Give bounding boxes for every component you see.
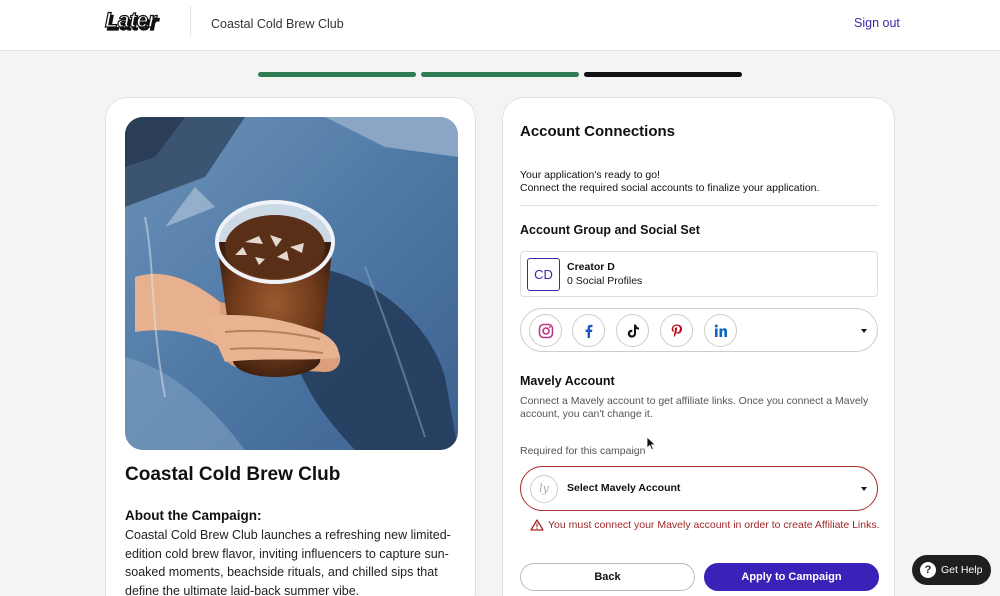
back-button[interactable]: Back [520,563,695,591]
mavely-title: Mavely Account [520,374,615,388]
get-help-label: Get Help [941,564,983,576]
ready-message: Your application's ready to go! [520,169,660,181]
social-profile-count: 0 Social Profiles [567,275,643,287]
later-logo[interactable]: Later Later [104,10,180,34]
group-title: Account Group and Social Set [520,223,700,237]
linkedin-icon[interactable] [704,314,737,347]
get-help-button[interactable]: ? Get Help [912,555,991,585]
apply-to-campaign-button[interactable]: Apply to Campaign [704,563,879,591]
required-label: Required for this campaign [520,445,646,457]
section-title: Account Connections [520,123,676,140]
account-group-selector[interactable]: CD Creator D 0 Social Profiles [520,251,878,297]
select-mavely-label: Select Mavely Account [567,482,681,494]
campaign-image [125,117,458,450]
warning-icon [530,519,544,531]
creator-name: Creator D [567,261,615,273]
about-text: Coastal Cold Brew Club launches a refres… [125,528,451,596]
sign-out-link[interactable]: Sign out [854,16,900,30]
header-divider [190,6,191,36]
tiktok-icon[interactable] [616,314,649,347]
facebook-icon[interactable] [572,314,605,347]
account-connections-card: Account Connections Your application's r… [502,97,895,596]
instagram-icon[interactable] [529,314,562,347]
mouse-cursor-icon [646,436,657,451]
chevron-down-icon[interactable] [861,329,867,333]
progress-step-3 [584,72,742,77]
social-set-selector[interactable] [520,308,878,352]
campaign-card: Coastal Cold Brew Club About the Campaig… [105,97,476,596]
mavely-account-select[interactable]: ly Select Mavely Account [520,466,878,511]
mavely-logo: ly [530,475,558,503]
help-icon: ? [920,562,936,578]
chevron-down-icon[interactable] [861,487,867,491]
mavely-description: Connect a Mavely account to get affiliat… [520,395,869,420]
pinterest-icon[interactable] [660,314,693,347]
top-bar: Later Later Coastal Cold Brew Club Sign … [0,0,1000,51]
error-message: You must connect your Mavely account in … [548,519,880,531]
mavely-error: You must connect your Mavely account in … [530,518,880,532]
brand-name: Coastal Cold Brew Club [211,17,344,31]
avatar: CD [527,258,560,291]
campaign-title: Coastal Cold Brew Club [125,464,341,485]
section-divider [520,205,878,206]
connect-message: Connect the required social accounts to … [520,182,820,194]
svg-text:Later: Later [105,10,158,32]
progress-step-2 [421,72,579,77]
about-heading: About the Campaign: [125,508,262,523]
progress-step-1 [258,72,416,77]
